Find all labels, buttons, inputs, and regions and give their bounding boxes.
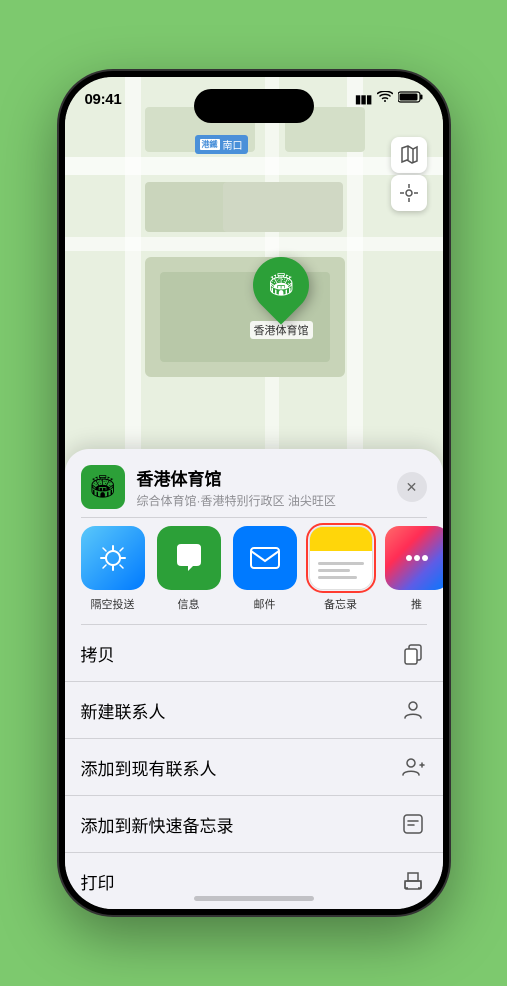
station-label: 港鐵 南口 [195,135,248,154]
share-item-messages[interactable]: 信息 [157,526,221,612]
pin-venue-icon: 🏟 [267,272,295,298]
notes-label: 备忘录 [324,596,357,612]
venue-info: 香港体育馆 综合体育馆·香港特别行政区 油尖旺区 [125,465,397,509]
copy-icon [399,639,427,667]
mail-label: 邮件 [254,596,276,612]
mail-icon [233,526,297,590]
share-item-more[interactable]: 推 [385,526,443,612]
venue-icon: 🏟 [81,465,125,509]
notes-icon [309,526,373,590]
close-button[interactable]: ✕ [397,472,427,502]
share-item-notes[interactable]: 备忘录 [309,526,373,612]
airdrop-label: 隔空投送 [91,596,135,612]
more-label: 推 [411,596,422,612]
more-icon [385,526,443,590]
print-icon [399,867,427,895]
venue-subtitle: 综合体育馆·香港特别行政区 油尖旺区 [137,492,397,509]
battery-icon [398,91,423,106]
signal-icon: ▮▮▮ [355,92,372,106]
add-to-notes-icon [399,810,427,838]
wifi-icon [377,91,393,106]
add-to-contact-label: 添加到现有联系人 [81,755,217,780]
add-to-contact-icon [399,753,427,781]
status-time: 09:41 [85,91,122,108]
bottom-sheet: 🏟 香港体育馆 综合体育馆·香港特别行政区 油尖旺区 ✕ 隔空投送 [65,449,443,909]
action-add-to-notes[interactable]: 添加到新快速备忘录 [65,795,443,852]
phone-frame: 09:41 ▮▮▮ [59,71,449,915]
map-pin: 🏟 香港体育馆 [250,257,313,339]
new-contact-icon [399,696,427,724]
location-button[interactable] [391,175,427,211]
action-add-to-contact[interactable]: 添加到现有联系人 [65,738,443,795]
action-copy[interactable]: 拷贝 [65,625,443,681]
copy-label: 拷贝 [81,641,115,666]
print-label: 打印 [81,869,115,894]
map-area[interactable]: 港鐵 南口 🏟 香港体育馆 [65,77,443,507]
sheet-header: 🏟 香港体育馆 综合体育馆·香港特别行政区 油尖旺区 ✕ [65,449,443,517]
share-row: 隔空投送 信息 邮件 [65,518,443,624]
status-icons: ▮▮▮ [355,91,423,106]
airdrop-icon [81,526,145,590]
pin-circle: 🏟 [241,245,320,324]
new-contact-label: 新建联系人 [81,698,166,723]
map-type-button[interactable] [391,137,427,173]
map-controls [391,137,427,211]
dynamic-island [194,89,314,123]
phone-screen: 09:41 ▮▮▮ [65,77,443,909]
venue-name: 香港体育馆 [137,465,397,490]
add-to-notes-label: 添加到新快速备忘录 [81,812,234,837]
home-indicator [194,896,314,901]
action-new-contact[interactable]: 新建联系人 [65,681,443,738]
share-item-airdrop[interactable]: 隔空投送 [81,526,145,612]
share-item-mail[interactable]: 邮件 [233,526,297,612]
messages-label: 信息 [178,596,200,612]
messages-icon [157,526,221,590]
